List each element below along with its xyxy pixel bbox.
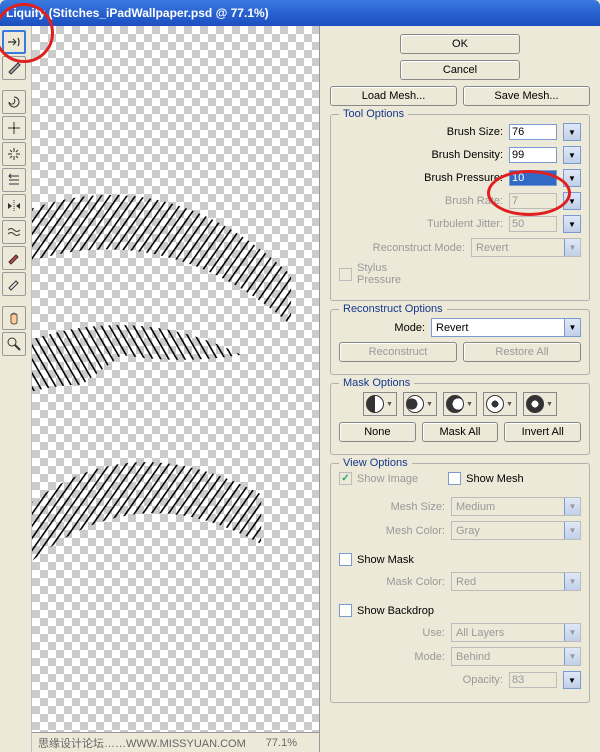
mask-options-group: Mask Options ▼ ▼ ▼ ▼ ▼ None Mask All Inv… (330, 383, 590, 455)
turbulent-jitter-label: Turbulent Jitter: (339, 218, 503, 230)
use-select: All Layers▼ (451, 623, 581, 642)
mesh-size-select: Medium▼ (451, 497, 581, 516)
brush-rate-input (509, 193, 557, 209)
brush-pressure-input[interactable] (509, 170, 557, 186)
brush-pressure-dd[interactable]: ▼ (563, 169, 581, 187)
zoom-tool[interactable] (2, 332, 26, 356)
dialog-body: 思缘设计论坛……WWW.MISSYUAN.COM 77.1% OK Cancel… (0, 26, 600, 752)
reconstruct-options-group: Reconstruct Options Mode:Revert▼ Reconst… (330, 309, 590, 375)
mask-invert-icon[interactable]: ▼ (523, 392, 557, 416)
brush-density-dd[interactable]: ▼ (563, 146, 581, 164)
mask-color-label: Mask Color: (339, 576, 445, 588)
brush-size-input[interactable] (509, 124, 557, 140)
opacity-label: Opacity: (339, 674, 503, 686)
window-title: Liquify (Stitches_iPadWallpaper.psd @ 77… (6, 6, 269, 20)
hand-tool[interactable] (2, 306, 26, 330)
reconstruct-mode-select: Revert▼ (471, 238, 581, 257)
tool-options-group: Tool Options Brush Size:▼ Brush Density:… (330, 114, 590, 301)
show-mask-checkbox[interactable] (339, 553, 352, 566)
mask-none-button[interactable]: None (339, 422, 416, 442)
pucker-tool[interactable] (2, 116, 26, 140)
turbulent-jitter-input (509, 216, 557, 232)
mask-options-legend: Mask Options (339, 377, 414, 389)
brush-rate-label: Brush Rate: (339, 195, 503, 207)
backdrop-mode-select: Behind▼ (451, 647, 581, 666)
forward-warp-tool[interactable] (2, 30, 26, 54)
brush-size-label: Brush Size: (339, 126, 503, 138)
titlebar: Liquify (Stitches_iPadWallpaper.psd @ 77… (0, 0, 600, 26)
brush-rate-dd: ▼ (563, 192, 581, 210)
view-options-legend: View Options (339, 457, 412, 469)
mesh-color-select: Gray▼ (451, 521, 581, 540)
mask-all-button[interactable]: Mask All (422, 422, 499, 442)
show-backdrop-checkbox[interactable] (339, 604, 352, 617)
mesh-color-label: Mesh Color: (339, 525, 445, 537)
canvas-area[interactable]: 思缘设计论坛……WWW.MISSYUAN.COM 77.1% (32, 26, 320, 752)
mask-replace-icon[interactable]: ▼ (363, 392, 397, 416)
mask-intersect-icon[interactable]: ▼ (483, 392, 517, 416)
brush-pressure-label: Brush Pressure: (339, 172, 503, 184)
backdrop-mode-label: Mode: (339, 651, 445, 663)
turbulence-tool[interactable] (2, 220, 26, 244)
liquify-toolbar (0, 26, 32, 752)
show-image-checkbox (339, 472, 352, 485)
brush-density-input[interactable] (509, 147, 557, 163)
stylus-pressure-label: Stylus Pressure (357, 262, 401, 286)
show-image-label: Show Image (357, 473, 418, 485)
zoom-level: 77.1% (266, 737, 297, 749)
twirl-tool[interactable] (2, 90, 26, 114)
freeze-mask-tool[interactable] (2, 246, 26, 270)
thaw-mask-tool[interactable] (2, 272, 26, 296)
mask-subtract-icon[interactable]: ▼ (443, 392, 477, 416)
use-label: Use: (339, 627, 445, 639)
brush-density-label: Brush Density: (339, 149, 503, 161)
reconstruct-button: Reconstruct (339, 342, 457, 362)
status-bar: 思缘设计论坛……WWW.MISSYUAN.COM 77.1% (32, 732, 319, 752)
tool-options-legend: Tool Options (339, 108, 408, 120)
mask-color-select: Red▼ (451, 572, 581, 591)
opacity-input (509, 672, 557, 688)
bloat-tool[interactable] (2, 142, 26, 166)
save-mesh-button[interactable]: Save Mesh... (463, 86, 590, 106)
canvas-content (32, 26, 319, 744)
mask-add-icon[interactable]: ▼ (403, 392, 437, 416)
show-backdrop-label: Show Backdrop (357, 605, 434, 617)
show-mesh-label: Show Mesh (466, 473, 523, 485)
opacity-dd: ▼ (563, 671, 581, 689)
ok-button[interactable]: OK (400, 34, 520, 54)
show-mesh-checkbox[interactable] (448, 472, 461, 485)
push-left-tool[interactable] (2, 168, 26, 192)
cancel-button[interactable]: Cancel (400, 60, 520, 80)
reconstruct-mode-select2[interactable]: Revert▼ (431, 318, 581, 337)
reconstruct-mode-label: Reconstruct Mode: (339, 242, 465, 254)
reconstruct-tool[interactable] (2, 56, 26, 80)
load-mesh-button[interactable]: Load Mesh... (330, 86, 457, 106)
mask-invert-all-button[interactable]: Invert All (504, 422, 581, 442)
mode-label: Mode: (339, 322, 425, 334)
restore-all-button: Restore All (463, 342, 581, 362)
stylus-pressure-checkbox (339, 268, 352, 281)
view-options-group: View Options Show Image Show Mesh Mesh S… (330, 463, 590, 703)
turbulent-jitter-dd: ▼ (563, 215, 581, 233)
status-text: 思缘设计论坛……WWW.MISSYUAN.COM (38, 735, 246, 751)
reconstruct-options-legend: Reconstruct Options (339, 303, 447, 315)
mesh-size-label: Mesh Size: (339, 501, 445, 513)
options-panel: OK Cancel Load Mesh... Save Mesh... Tool… (320, 26, 600, 752)
show-mask-label: Show Mask (357, 554, 414, 566)
mirror-tool[interactable] (2, 194, 26, 218)
brush-size-dd[interactable]: ▼ (563, 123, 581, 141)
